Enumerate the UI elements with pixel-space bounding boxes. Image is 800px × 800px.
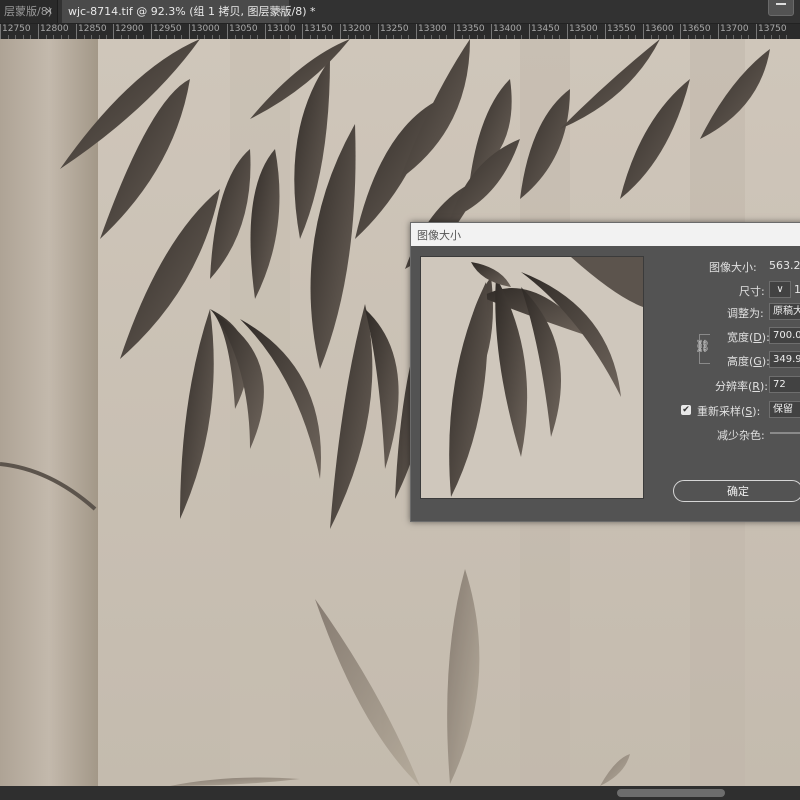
ruler-tick-label: 13400: [493, 24, 522, 34]
ruler-tick-label: 13450: [531, 24, 560, 34]
ruler-tick-label: 13000: [191, 24, 220, 34]
tab-active-document[interactable]: wjc-8714.tif @ 92.3% (组 1 拷贝, 图层蒙版/8) * …: [62, 0, 316, 23]
ruler-tick-label: 13700: [720, 24, 749, 34]
resample-method-select[interactable]: 保留: [769, 401, 800, 418]
ruler-major-tick: [0, 24, 1, 39]
resolution-input[interactable]: 72: [769, 376, 800, 393]
ruler-major-tick: [529, 24, 530, 39]
fit-to-select[interactable]: 原稿大: [769, 303, 800, 320]
ruler-major-tick: [643, 24, 644, 39]
ruler-major-tick: [113, 24, 114, 39]
ruler-major-tick: [151, 24, 152, 39]
width-label: 宽度(D):: [727, 331, 770, 344]
dimensions-unit-dropdown[interactable]: ∨: [769, 281, 791, 298]
height-input[interactable]: 349.9: [769, 351, 800, 368]
chain-link-icon[interactable]: ⛓: [695, 339, 710, 353]
scrollbar-thumb[interactable]: [617, 789, 725, 797]
ruler-tick-label: 13200: [342, 24, 371, 34]
ruler-major-tick: [265, 24, 266, 39]
ruler-tick-label: 13350: [456, 24, 485, 34]
close-icon[interactable]: ×: [45, 0, 53, 23]
ruler-major-tick: [227, 24, 228, 39]
ruler-major-tick: [302, 24, 303, 39]
height-label: 高度(G):: [727, 355, 770, 368]
ruler-major-tick: [605, 24, 606, 39]
ruler-tick-label: 13150: [304, 24, 333, 34]
image-size-value: 563.2: [769, 259, 800, 272]
minus-icon: [776, 3, 786, 5]
resample-label: 重新采样(S):: [697, 405, 761, 418]
reduce-noise-label: 减少杂色:: [717, 429, 765, 442]
resample-checkbox[interactable]: ✔: [681, 405, 691, 415]
ruler-major-tick: [680, 24, 681, 39]
ruler-tick-label: 12850: [78, 24, 107, 34]
width-input[interactable]: 700.0: [769, 327, 800, 344]
image-preview[interactable]: [420, 256, 644, 499]
ruler-tick-label: 13550: [607, 24, 636, 34]
close-icon[interactable]: ×: [275, 0, 283, 23]
chevron-down-icon: ∨: [776, 284, 784, 295]
document-tab-bar: 层蒙版/8) × wjc-8714.tif @ 92.3% (组 1 拷贝, 图…: [0, 0, 800, 24]
ruler-major-tick: [756, 24, 757, 39]
ruler-major-tick: [189, 24, 190, 39]
horizontal-ruler[interactable]: 12750 12800 12850 12900 12950 13000 13050 13100…: [0, 24, 800, 39]
fit-to-label: 调整为:: [727, 307, 764, 320]
ruler-tick-label: 13750: [758, 24, 787, 34]
ruler-major-tick: [718, 24, 719, 39]
resolution-label: 分辨率(R):: [715, 380, 768, 393]
ruler-tick-label: 13500: [569, 24, 598, 34]
ruler-tick-label: 13650: [682, 24, 711, 34]
ruler-tick-label: 12950: [153, 24, 182, 34]
ruler-tick-label: 12750: [2, 24, 31, 34]
ruler-tick-label: 13250: [380, 24, 409, 34]
horizontal-scrollbar[interactable]: [0, 786, 800, 800]
image-size-label: 图像大小:: [709, 261, 757, 274]
ruler-tick-label: 13050: [229, 24, 258, 34]
ruler-tick-label: 12900: [115, 24, 144, 34]
ruler-major-tick: [416, 24, 417, 39]
workspace-menu-button[interactable]: [768, 0, 794, 16]
tab-previous-document[interactable]: 层蒙版/8) ×: [0, 0, 58, 23]
dimensions-value: 1: [794, 283, 800, 296]
ruler-major-tick: [76, 24, 77, 39]
ruler-tick-label: 13600: [645, 24, 674, 34]
reduce-noise-slider[interactable]: [770, 432, 800, 434]
dialog-title: 图像大小: [417, 229, 461, 242]
ruler-major-tick: [454, 24, 455, 39]
ruler-major-tick: [491, 24, 492, 39]
ruler-major-tick: [567, 24, 568, 39]
preview-artwork: [421, 257, 643, 498]
dialog-titlebar[interactable]: 图像大小: [411, 223, 800, 246]
ruler-major-tick: [38, 24, 39, 39]
ruler-tick-label: 12800: [40, 24, 69, 34]
ok-button[interactable]: 确定: [673, 480, 800, 502]
dimensions-label: 尺寸:: [739, 285, 765, 298]
ruler-major-tick: [378, 24, 379, 39]
ruler-major-tick: [340, 24, 341, 39]
image-size-dialog: 图像大小 图像大小: 563.2 尺寸: ∨ 1 调整为: 原稿大 ⛓ 宽度(D…: [410, 222, 800, 522]
ruler-tick-label: 13300: [418, 24, 447, 34]
ruler-tick-label: 13100: [267, 24, 296, 34]
